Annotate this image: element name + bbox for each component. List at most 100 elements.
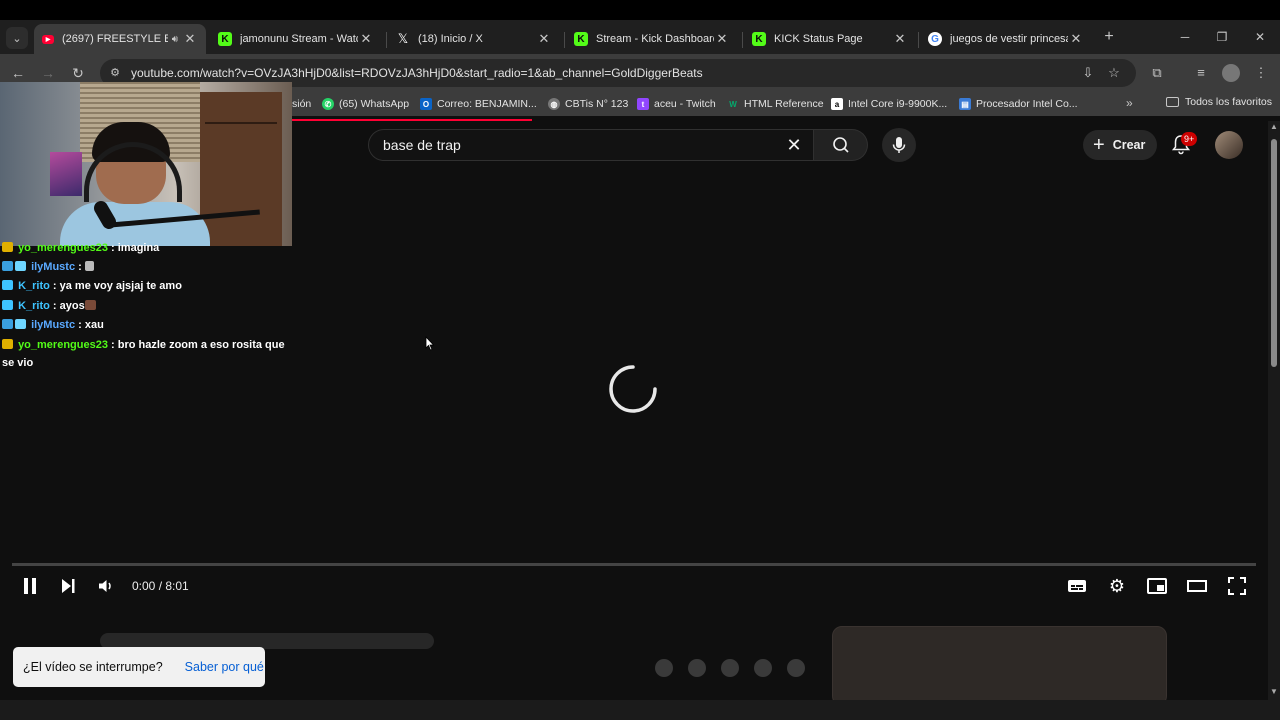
install-app-icon[interactable]: ⇩ xyxy=(1080,65,1096,81)
speaker-icon[interactable]: 🔊︎ xyxy=(172,34,178,45)
back-button[interactable]: ← xyxy=(8,63,28,83)
site-info-icon[interactable]: ⚙ xyxy=(108,66,122,80)
whatsapp-icon: ✆ xyxy=(322,98,334,110)
close-icon[interactable]: ✕ xyxy=(358,31,374,47)
emote-icon xyxy=(84,300,96,310)
chat-message: ilyMustc : xyxy=(2,259,290,276)
pause-icon xyxy=(24,578,36,594)
volume-button[interactable] xyxy=(96,575,116,597)
page-scrollbar[interactable]: ▲ ▼ xyxy=(1268,121,1280,700)
tab-title: juegos de vestir princesas xyxy=(950,33,1068,45)
playback-issue-toast: ¿El vídeo se interrumpe? Saber por qué xyxy=(13,647,265,687)
close-icon[interactable]: ✕ xyxy=(714,31,730,47)
tab-separator xyxy=(918,32,919,48)
theater-mode-button[interactable] xyxy=(1186,575,1208,597)
tab-youtube[interactable]: ▶ (2697) FREESTYLE BEAT 🔊︎ ✕ xyxy=(34,24,206,54)
twitch-icon: t xyxy=(637,98,649,110)
x-icon: 𝕏 xyxy=(397,31,409,46)
webcam-overlay xyxy=(0,82,292,246)
chat-username: K_rito xyxy=(18,280,50,292)
close-icon[interactable]: ✕ xyxy=(536,31,552,47)
settings-button[interactable]: ⚙ xyxy=(1106,575,1128,597)
scroll-up-icon[interactable]: ▲ xyxy=(1270,123,1278,131)
close-icon[interactable]: ✕ xyxy=(182,31,198,47)
minimize-button[interactable]: ─ xyxy=(1175,28,1195,46)
learn-why-link[interactable]: Saber por qué xyxy=(185,660,264,674)
bookmark-item[interactable]: sión xyxy=(292,96,311,112)
extensions-icon[interactable]: ⧉ xyxy=(1148,64,1166,82)
bookmark-whatsapp[interactable]: ✆ (65) WhatsApp xyxy=(322,96,409,112)
bookmark-outlook[interactable]: O Correo: BENJAMIN... xyxy=(420,96,537,112)
tab-bar: ⌄ ▶ (2697) FREESTYLE BEAT 🔊︎ ✕ K jamonun… xyxy=(0,20,1280,54)
restore-button[interactable]: ❐ xyxy=(1212,28,1232,46)
moderator-badge-icon xyxy=(15,319,26,329)
miniplayer-button[interactable] xyxy=(1146,575,1168,597)
action-placeholder xyxy=(787,659,805,677)
voice-search-button[interactable] xyxy=(882,128,916,162)
create-button[interactable]: + Crear xyxy=(1083,130,1157,160)
url-text: youtube.com/watch?v=OVzJA3hHjD0&list=RDO… xyxy=(131,66,703,80)
tab-separator xyxy=(564,32,565,48)
all-bookmarks-folder[interactable]: Todos los favoritos xyxy=(1166,96,1272,108)
search-button[interactable] xyxy=(814,129,868,161)
window-close-button[interactable]: ✕ xyxy=(1250,28,1270,46)
more-menu-icon[interactable]: ⋮ xyxy=(1252,64,1270,82)
profile-avatar[interactable] xyxy=(1222,64,1240,82)
video-progress-bar[interactable] xyxy=(12,563,1256,566)
vip-badge-icon xyxy=(2,280,13,290)
action-placeholder xyxy=(688,659,706,677)
media-controls-icon[interactable]: ≡ xyxy=(1192,64,1210,82)
amazon-icon: a xyxy=(831,98,843,110)
new-tab-button[interactable]: + xyxy=(1100,28,1118,46)
tab-google-search[interactable]: G juegos de vestir princesas ✕ xyxy=(920,24,1092,54)
clear-search-icon[interactable]: ✕ xyxy=(783,134,805,156)
tab-search-button[interactable]: ⌄ xyxy=(6,27,28,49)
next-button[interactable] xyxy=(58,575,78,597)
bookmark-procesador[interactable]: ▤ Procesador Intel Co... xyxy=(959,96,1078,112)
tab-jamonunu[interactable]: K jamonunu Stream - Watch ✕ xyxy=(210,24,382,54)
search-input[interactable]: base de trap ✕ xyxy=(368,129,814,161)
chat-message: K_rito : ya me voy ajsjaj te amo xyxy=(2,278,290,295)
webcam-poster xyxy=(50,152,82,196)
scroll-down-icon[interactable]: ▼ xyxy=(1270,688,1278,696)
fullscreen-button[interactable] xyxy=(1226,575,1248,597)
tab-kick-status[interactable]: K KICK Status Page ✕ xyxy=(744,24,916,54)
create-label: Crear xyxy=(1112,138,1146,152)
bookmark-label: HTML Reference xyxy=(744,98,824,110)
kick-icon: K xyxy=(218,32,232,46)
tab-title: (2697) FREESTYLE BEAT xyxy=(62,33,168,45)
webcam-dresser xyxy=(200,92,282,246)
bookmarks-overflow-icon[interactable]: » xyxy=(1126,96,1133,110)
avatar[interactable] xyxy=(1215,131,1243,159)
chat-text: ya me voy ajsjaj te amo xyxy=(59,280,182,292)
tab-x[interactable]: 𝕏 (18) Inicio / X ✕ xyxy=(388,24,560,54)
bookmark-html-reference[interactable]: W HTML Reference xyxy=(727,96,824,112)
forward-button[interactable]: → xyxy=(38,63,58,83)
fullscreen-icon xyxy=(1228,577,1246,595)
bookmark-amazon[interactable]: a Intel Core i9-9900K... xyxy=(831,96,947,112)
bookmark-label: aceu - Twitch xyxy=(654,98,716,110)
subtitles-button[interactable] xyxy=(1066,575,1088,597)
chat-username: K_rito xyxy=(18,300,50,312)
chat-text: ayos xyxy=(59,300,85,312)
bookmark-cbtis[interactable]: ◍ CBTis N° 123 xyxy=(548,96,628,112)
reload-button[interactable]: ↻ xyxy=(68,63,88,83)
subtitles-icon xyxy=(1068,580,1086,592)
mouse-cursor-icon xyxy=(425,336,435,351)
close-icon[interactable]: ✕ xyxy=(1068,31,1084,47)
all-bookmarks-label: Todos los favoritos xyxy=(1185,96,1272,108)
bookmark-twitch[interactable]: t aceu - Twitch xyxy=(637,96,716,112)
chat-username: ilyMustc xyxy=(31,261,76,273)
volume-icon xyxy=(99,580,111,592)
plus-icon: + xyxy=(1093,134,1105,156)
chat-message: K_rito : ayos xyxy=(2,298,290,315)
webcam-dresser-drawer xyxy=(205,122,277,124)
scrollbar-thumb[interactable] xyxy=(1271,139,1277,367)
close-icon[interactable]: ✕ xyxy=(892,31,908,47)
bookmark-star-icon[interactable]: ☆ xyxy=(1106,65,1122,81)
tab-kick-dashboard[interactable]: K Stream - Kick Dashboard ✕ xyxy=(566,24,738,54)
chat-text: imagina xyxy=(117,242,160,254)
theater-mode-icon xyxy=(1187,580,1207,592)
pause-button[interactable] xyxy=(20,575,40,597)
vip-badge-icon xyxy=(2,300,13,310)
